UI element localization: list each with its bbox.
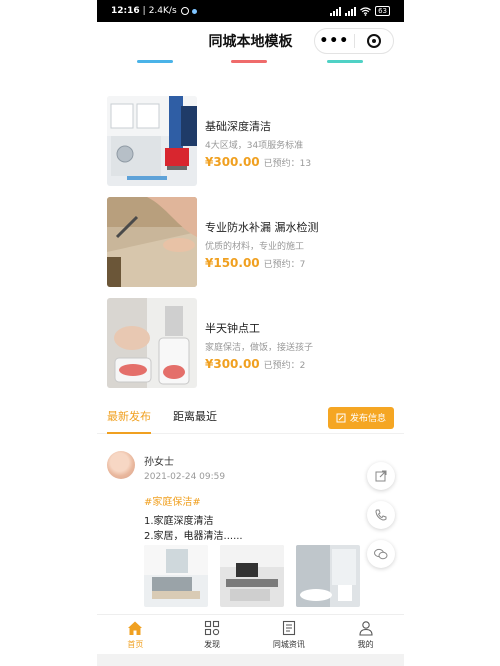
alarm-icon [180,7,189,15]
service-price: ¥300.00 [205,357,260,371]
status-left-icons [180,7,197,15]
wechat-icon [374,548,388,560]
nav-label: 首页 [127,639,144,649]
battery-indicator: 63 [375,6,390,16]
nav-label: 我的 [357,639,374,649]
post-photos [144,545,360,607]
service-image-cleaning [107,96,197,186]
signal-2-icon [345,6,357,16]
mini-program-capsule: ••• [314,28,394,54]
wechat-button[interactable] [367,540,395,568]
service-booked: 已预约：7 [263,260,306,270]
category-pill-teal[interactable] [327,60,363,63]
service-info: 专业防水补漏 漏水检测 优质的材料，专业的施工 ¥150.00 已预约：7 [197,197,319,289]
publish-button-label: 发布信息 [349,414,386,424]
post-tag[interactable]: #家庭保洁# [144,493,201,508]
news-icon [282,620,295,635]
tab-latest[interactable]: 最新发布 [107,402,151,434]
service-image-housekeeping [107,298,197,388]
nav-discover[interactable]: 发现 [174,615,251,654]
feed-tabs: 最新发布 距离最近 发布信息 [97,402,404,434]
category-pill-blue[interactable] [137,60,173,63]
page-title: 同城本地模板 [208,34,293,50]
phone-viewport: 12:16 | 2.4K/s 63 同城本地模板 ••• 基础深度清洁 4大区域… [97,0,404,666]
post-time: 2021-02-24 09:59 [144,472,226,482]
service-price: ¥300.00 [205,155,260,169]
close-button[interactable] [355,34,394,48]
service-info: 半天钟点工 家庭保洁，做饭，接送孩子 ¥300.00 已预约：2 [197,298,313,390]
service-item[interactable]: 半天钟点工 家庭保洁，做饭，接送孩子 ¥300.00 已预约：2 [107,298,397,390]
service-booked: 已预约：13 [263,159,312,169]
service-info: 基础深度清洁 4大区域，34项服务标准 ¥300.00 已预约：13 [197,96,311,188]
publish-button[interactable]: 发布信息 [327,406,394,429]
status-separator: | [142,6,146,16]
tab-nearest[interactable]: 距离最近 [173,402,217,434]
service-price-row: ¥300.00 已预约：2 [205,357,313,371]
nav-home[interactable]: 首页 [97,615,174,654]
service-price-row: ¥150.00 已预约：7 [205,256,319,270]
screen: 12:16 | 2.4K/s 63 同城本地模板 ••• 基础深度清洁 4大区域… [0,0,500,666]
discover-icon [205,620,220,635]
post-line: 2.家居，电器清洁...... [144,531,243,542]
wifi-icon [360,6,371,16]
service-desc: 4大区域，34项服务标准 [205,141,304,151]
bottom-nav: 首页 发现 同城资讯 我的 [97,614,404,654]
service-price-row: ¥300.00 已预约：13 [205,155,311,169]
signal-icon [330,6,342,16]
post-author: 孙女士 [144,457,174,468]
more-button[interactable]: ••• [315,34,354,48]
nav-label: 同城资讯 [272,639,305,649]
post-photo-living-room[interactable] [144,545,208,607]
service-name: 半天钟点工 [205,322,260,335]
avatar[interactable] [107,451,135,479]
phone-icon [375,509,387,521]
service-desc: 家庭保洁，做饭，接送孩子 [205,343,314,353]
home-icon [128,621,143,635]
service-image-waterproof [107,197,197,287]
status-bar: 12:16 | 2.4K/s 63 [97,0,404,22]
post-line: 1.家庭深度清洁 [144,516,214,527]
post-photo-tv-room[interactable] [220,545,284,607]
app-header: 同城本地模板 ••• [97,22,404,60]
status-time: 12:16 [111,6,140,16]
network-speed: 2.4K/s [148,6,177,16]
nav-news[interactable]: 同城资讯 [251,615,328,654]
app-notification-icon [191,8,197,14]
nav-profile[interactable]: 我的 [327,615,404,654]
service-desc: 优质的材料，专业的施工 [205,242,305,252]
service-price: ¥150.00 [205,256,260,270]
service-name: 基础深度清洁 [205,120,271,133]
service-item[interactable]: 基础深度清洁 4大区域，34项服务标准 ¥300.00 已预约：13 [107,96,397,188]
nav-label: 发现 [204,639,221,649]
service-name: 专业防水补漏 漏水检测 [205,221,319,234]
service-item[interactable]: 专业防水补漏 漏水检测 优质的材料，专业的施工 ¥150.00 已预约：7 [107,197,397,289]
close-icon [366,34,381,48]
status-right-icons: 63 [330,6,390,16]
share-icon [375,470,387,482]
profile-icon [359,620,373,636]
category-pill-red[interactable] [231,60,267,63]
service-booked: 已预约：2 [263,361,306,371]
post-photo-bathroom[interactable] [296,545,360,607]
call-button[interactable] [367,501,395,529]
edit-icon [336,413,346,422]
system-bottom-bar [97,654,404,666]
share-button[interactable] [367,462,395,490]
